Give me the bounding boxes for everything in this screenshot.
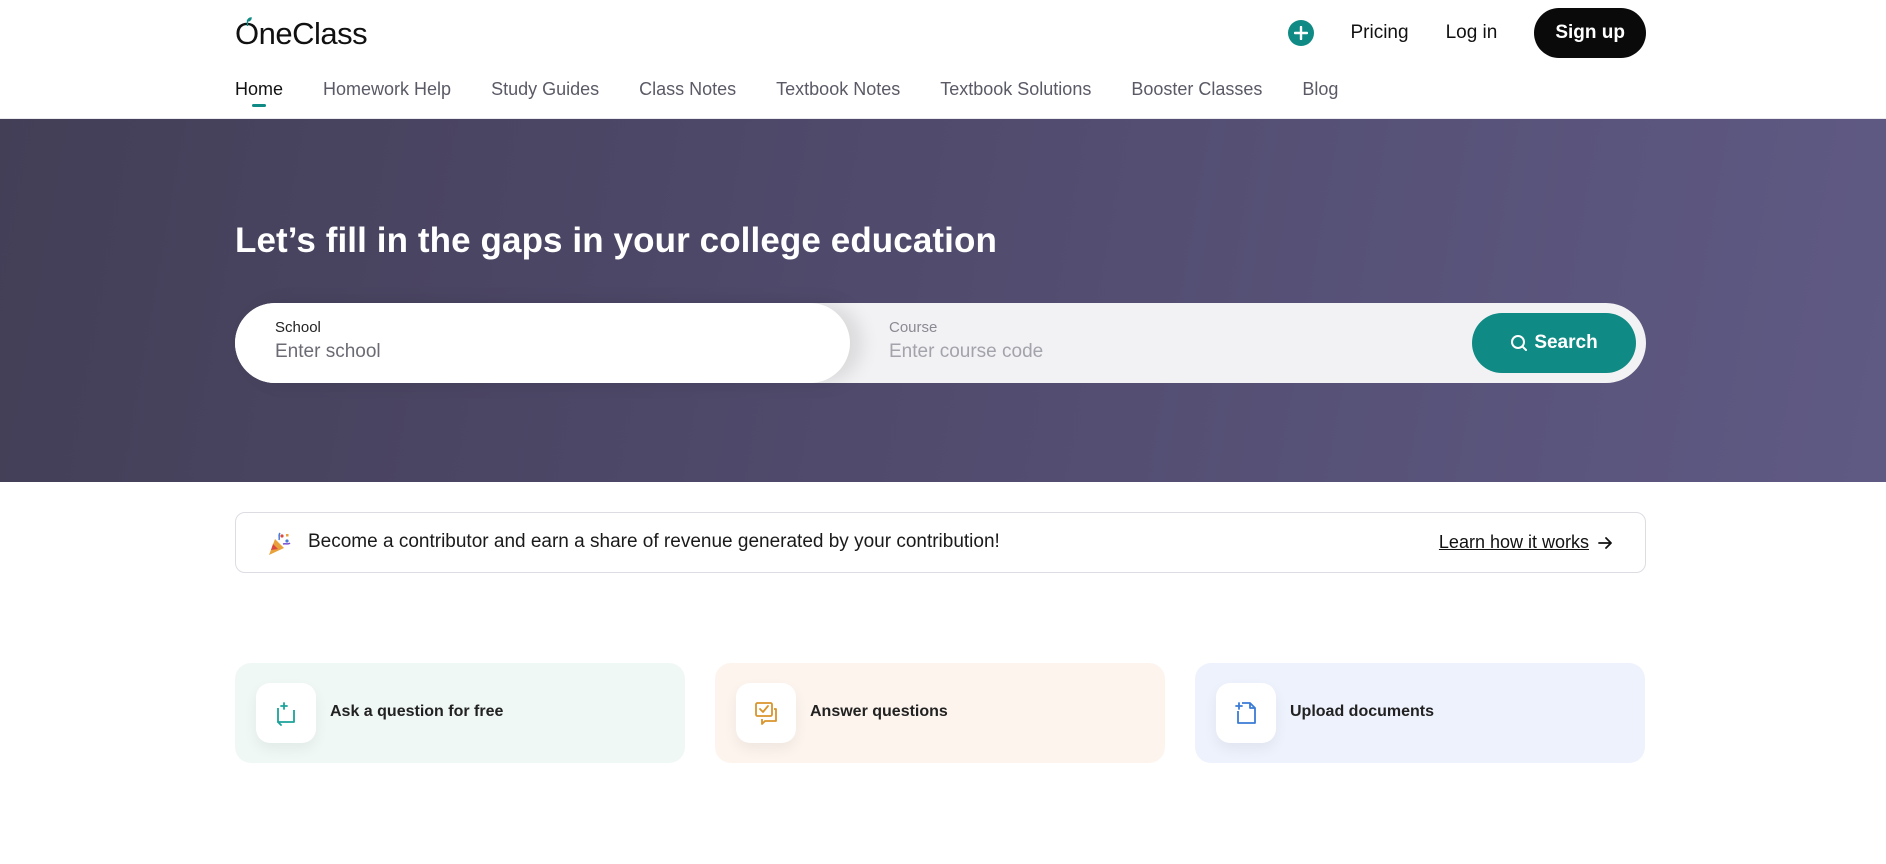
answer-questions-icon: [755, 702, 777, 725]
plus-icon: [1294, 26, 1309, 40]
card-upload-documents[interactable]: Upload documents: [1195, 663, 1645, 763]
arrow-right-icon: [1598, 536, 1612, 549]
contributor-banner: Become a contributor and earn a share of…: [235, 512, 1646, 573]
course-label: Course: [889, 319, 938, 336]
learn-how-link[interactable]: Learn how it works: [1439, 532, 1613, 553]
nav-item-label: Home: [235, 79, 284, 99]
search-bar: School Course Search: [235, 303, 1646, 383]
school-label: School: [275, 319, 321, 336]
card-label: Upload documents: [1290, 703, 1435, 720]
search-icon: [1511, 335, 1528, 351]
card-icon-box: [256, 683, 316, 743]
nav-item-blog[interactable]: Blog: [1302, 76, 1338, 110]
course-input[interactable]: [889, 341, 1429, 363]
banner-text: Become a contributor and earn a share of…: [308, 531, 1000, 552]
pricing-link[interactable]: Pricing: [1350, 22, 1408, 44]
main-nav: Home Homework Help Study Guides Class No…: [235, 76, 1378, 110]
logo-text: OneClass: [235, 16, 368, 51]
nav-item-booster-classes[interactable]: Booster Classes: [1131, 76, 1262, 110]
site-header: OneClass Pricing Log in Sign up Home Hom…: [0, 0, 1886, 119]
card-ask-question[interactable]: Ask a question for free: [235, 663, 685, 763]
leaf-icon: [246, 17, 252, 26]
active-indicator: [252, 104, 266, 107]
oneclass-logo[interactable]: OneClass: [235, 14, 368, 54]
add-button[interactable]: [1288, 20, 1315, 46]
nav-item-textbook-solutions[interactable]: Textbook Solutions: [940, 76, 1091, 110]
learn-how-label: Learn how it works: [1438, 532, 1589, 552]
signup-button[interactable]: Sign up: [1534, 8, 1646, 58]
hero-title: Let’s fill in the gaps in your college e…: [235, 221, 997, 260]
nav-item-homework-help[interactable]: Homework Help: [323, 76, 451, 110]
nav-item-class-notes[interactable]: Class Notes: [639, 76, 736, 110]
nav-item-home[interactable]: Home: [235, 76, 283, 110]
card-answer-questions[interactable]: Answer questions: [715, 663, 1165, 763]
ask-question-icon: [277, 702, 295, 726]
nav-item-study-guides[interactable]: Study Guides: [491, 76, 599, 110]
nav-item-textbook-notes[interactable]: Textbook Notes: [776, 76, 900, 110]
school-input[interactable]: [275, 341, 795, 363]
party-popper-icon: [269, 532, 291, 555]
top-actions: Pricing Log in Sign up: [1288, 8, 1646, 58]
card-icon-box: [1216, 683, 1276, 743]
hero-section: Let’s fill in the gaps in your college e…: [0, 119, 1886, 482]
card-icon-box: [736, 683, 796, 743]
search-button[interactable]: Search: [1472, 313, 1636, 373]
card-label: Answer questions: [810, 703, 948, 720]
card-label: Ask a question for free: [330, 703, 504, 720]
school-field[interactable]: School: [235, 303, 850, 383]
upload-documents-icon: [1235, 702, 1256, 724]
search-button-label: Search: [1534, 332, 1598, 353]
login-link[interactable]: Log in: [1446, 22, 1498, 44]
